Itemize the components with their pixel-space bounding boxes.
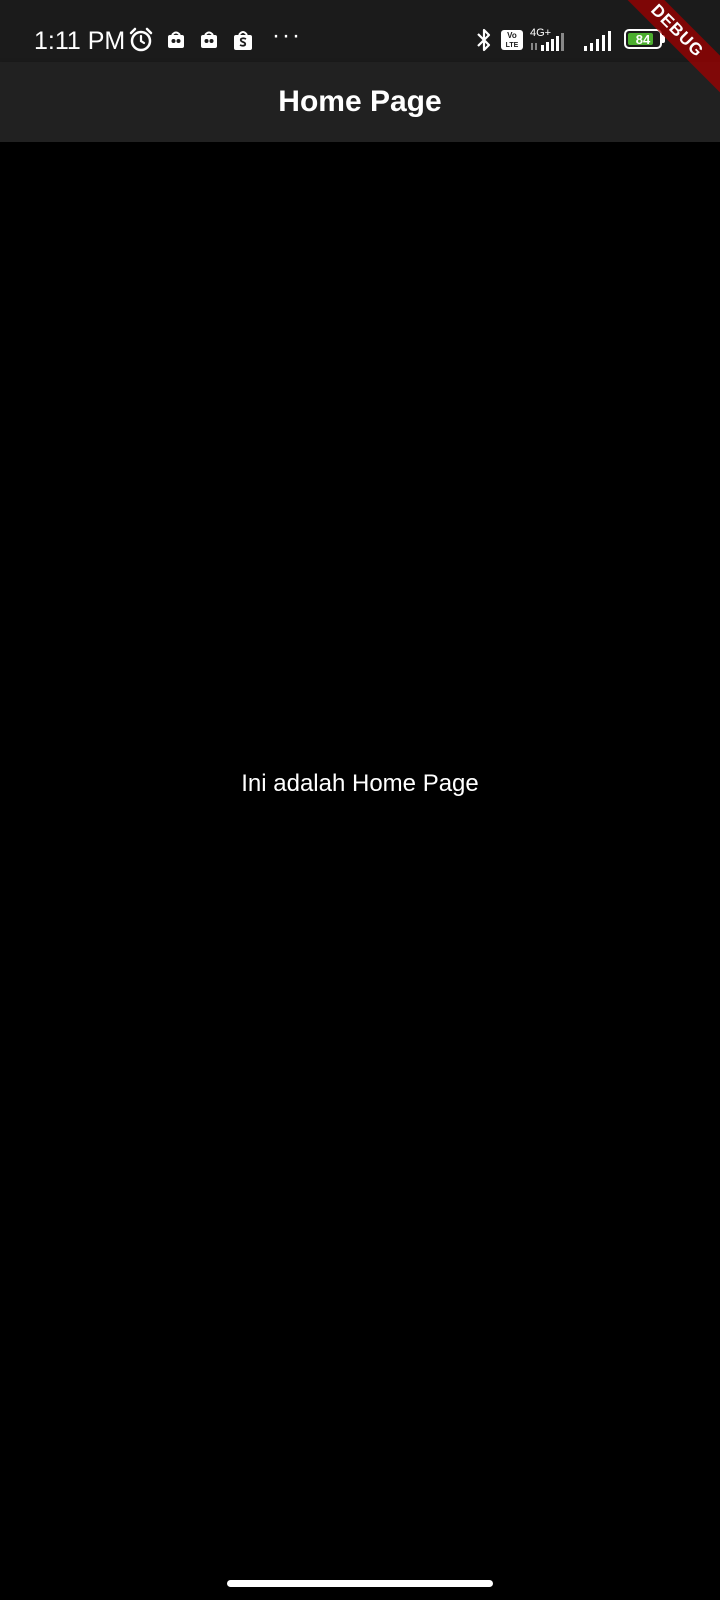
more-notifications-icon: ··· xyxy=(272,22,302,49)
app-bar: Home Page xyxy=(0,62,720,142)
page-title: Home Page xyxy=(278,85,442,118)
battery-cap xyxy=(662,35,665,43)
notification-app-icon xyxy=(198,26,220,54)
notification-app-icon xyxy=(165,26,187,54)
status-time: 1:11 PM xyxy=(34,27,126,55)
bluetooth-icon xyxy=(474,26,494,54)
page-body: Ini adalah Home Page xyxy=(0,142,720,1600)
network-type-label: 4G+ xyxy=(530,27,551,39)
home-page-message: Ini adalah Home Page xyxy=(241,770,479,797)
home-indicator[interactable] xyxy=(227,1580,493,1587)
volte-icon: Vo LTE xyxy=(500,26,524,54)
volte-top-text: Vo xyxy=(507,31,517,40)
signal-icon: 4G+ xyxy=(529,26,575,54)
status-bar: 1:11 PM ··· Vo LTE 4G+ 84 xyxy=(0,0,720,62)
volte-bottom-text: LTE xyxy=(506,42,519,49)
signal-icon xyxy=(582,26,616,54)
shopee-icon xyxy=(231,26,255,54)
battery-level: 84 xyxy=(635,31,651,47)
alarm-icon xyxy=(128,26,154,54)
phone-screen: 1:11 PM ··· Vo LTE 4G+ 84 Home Page Ini … xyxy=(0,0,720,1600)
battery-icon: 84 xyxy=(624,29,662,49)
